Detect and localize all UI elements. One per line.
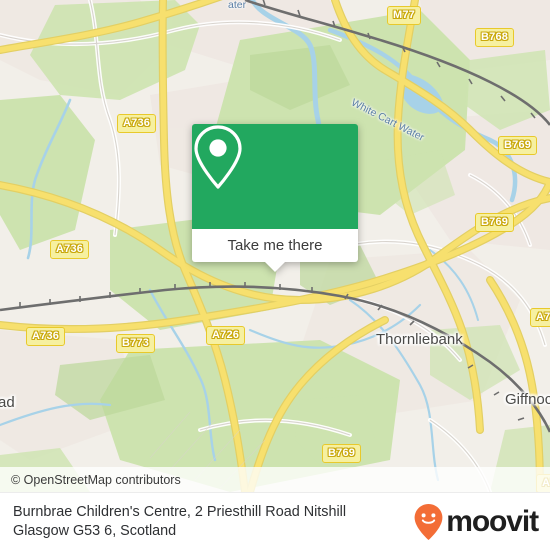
map-pin-icon bbox=[194, 125, 242, 189]
take-me-there-label: Take me there bbox=[227, 237, 323, 254]
place-label-giffnoc: Giffnoc bbox=[505, 391, 550, 408]
popup-header bbox=[192, 124, 358, 229]
osm-attribution-text[interactable]: © OpenStreetMap contributors bbox=[11, 473, 181, 487]
road-shield-m77: M77 bbox=[387, 6, 421, 25]
road-shield-a736: A736 bbox=[26, 327, 66, 346]
place-label-ad: ad bbox=[0, 394, 15, 411]
moovit-brand[interactable]: moovit bbox=[413, 503, 539, 541]
road-shield-b769: B769 bbox=[475, 213, 515, 232]
footer-bar: Burnbrae Children's Centre, 2 Priesthill… bbox=[0, 492, 550, 550]
road-shield-b769: B769 bbox=[322, 444, 362, 463]
road-shield-b769: B769 bbox=[498, 136, 538, 155]
location-popup-card[interactable]: Take me there bbox=[192, 124, 358, 272]
road-shield-a736: A736 bbox=[117, 114, 157, 133]
moovit-wordmark: moovit bbox=[446, 504, 539, 538]
road-shield-b768: B768 bbox=[475, 28, 515, 47]
road-shield-a736: A736 bbox=[50, 240, 90, 259]
popup-action-bar[interactable]: Take me there bbox=[192, 229, 358, 262]
place-label-thornliebank: Thornliebank bbox=[376, 331, 463, 348]
map-attribution-bar: © OpenStreetMap contributors bbox=[0, 467, 550, 492]
road-shield-a77: A77 bbox=[530, 308, 550, 327]
moovit-smiley-pin-icon bbox=[414, 503, 443, 540]
address-line-2: Glasgow G53 6, Scotland bbox=[13, 522, 177, 539]
map-canvas[interactable]: M77 B768 A736 B769 B769 A736 A77 A736 B773 A726 B7… bbox=[0, 0, 550, 492]
water-label-ater: ater bbox=[228, 0, 247, 11]
road-shield-a726: A726 bbox=[206, 326, 246, 345]
address-line-1: Burnbrae Children's Centre, 2 Priesthill… bbox=[13, 503, 347, 520]
popup-tail bbox=[264, 261, 286, 272]
road-shield-b773: B773 bbox=[116, 334, 156, 353]
address-block: Burnbrae Children's Centre, 2 Priesthill… bbox=[13, 503, 346, 541]
map-screenshot: M77 B768 A736 B769 B769 A736 A77 A736 B773 A726 B7… bbox=[0, 0, 550, 550]
